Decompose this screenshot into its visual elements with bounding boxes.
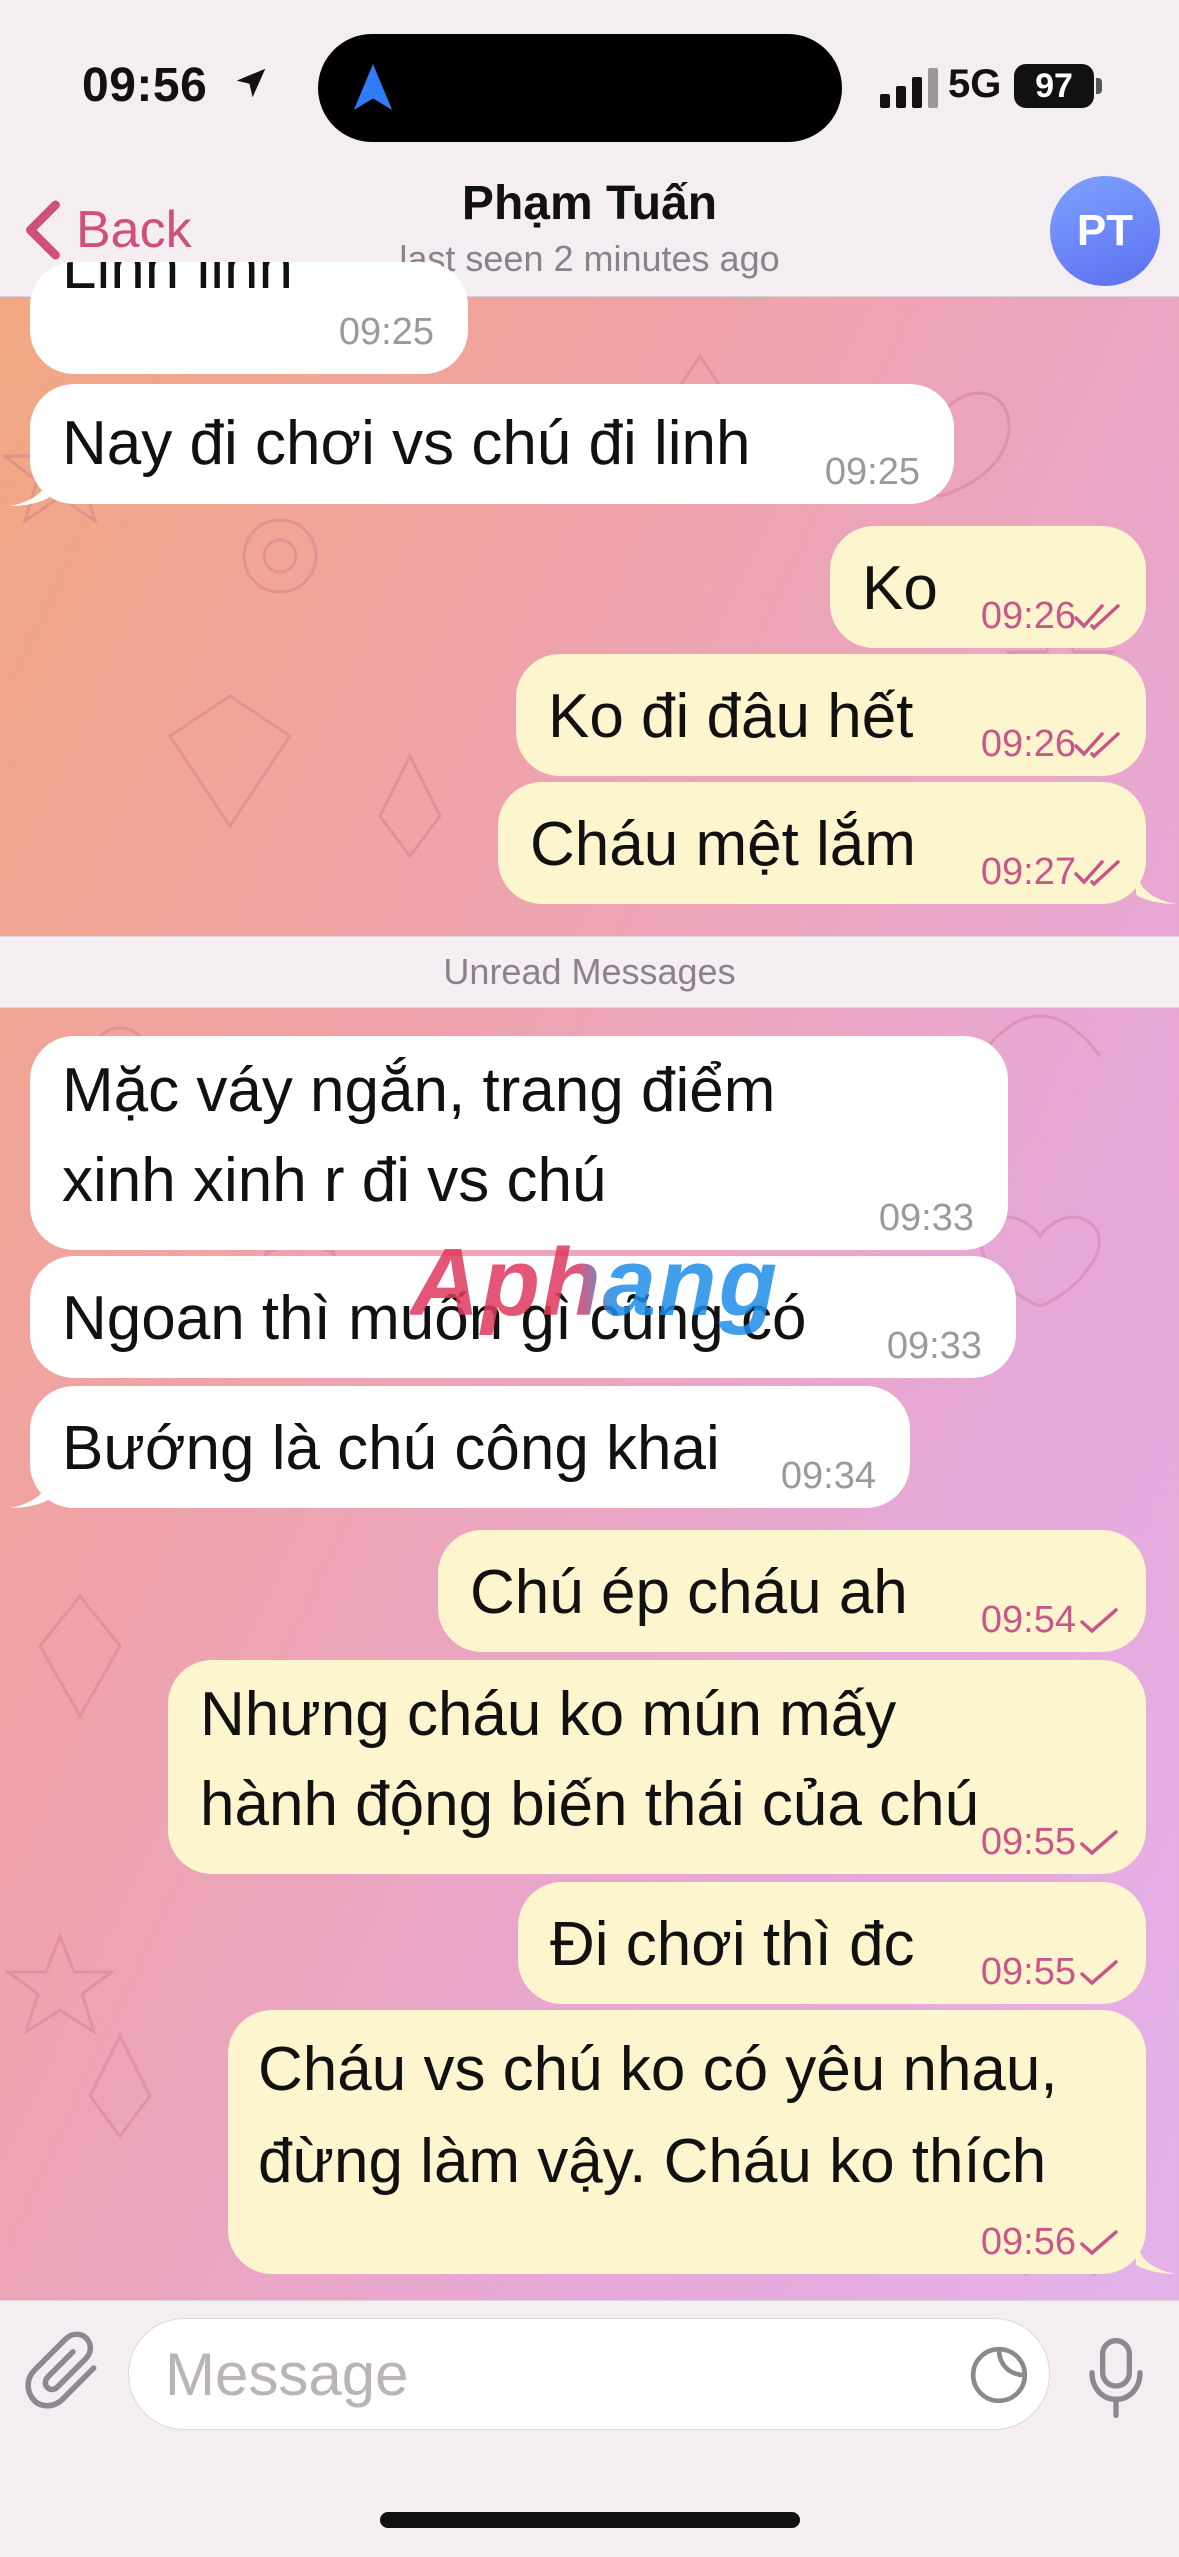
single-check-icon xyxy=(1080,1960,1118,1986)
double-check-icon xyxy=(1074,860,1120,887)
message-text: Nay đi chơi vs chú đi linh xyxy=(62,409,751,478)
message-text: Đi chơi thì đc xyxy=(550,1910,915,1979)
message-bubble-outgoing[interactable]: Ko 09:26 xyxy=(830,526,1146,648)
message-bubble-outgoing[interactable]: Cháu mệt lắm 09:27 xyxy=(498,782,1146,904)
message-time: 09:26 xyxy=(980,723,1076,765)
message-text: Cháu vs chú ko có yêu nhau, đừng làm vậy… xyxy=(258,2035,1058,2196)
battery-level: 97 xyxy=(1014,64,1094,108)
message-bubble-outgoing[interactable]: Cháu vs chú ko có yêu nhau, đừng làm vậy… xyxy=(228,2010,1146,2274)
message-time: 09:25 xyxy=(338,311,434,353)
avatar[interactable]: PT xyxy=(1050,176,1160,286)
unread-messages-divider: Unread Messages xyxy=(0,936,1179,1008)
double-check-icon xyxy=(1074,604,1120,631)
bubble-tail xyxy=(10,1468,50,1508)
watermark-logo: Aphang xyxy=(410,1229,780,1336)
message-time: 09:33 xyxy=(886,1325,982,1367)
message-input[interactable] xyxy=(128,2318,1050,2430)
double-check-icon xyxy=(1074,732,1120,759)
single-check-icon xyxy=(1080,1608,1118,1634)
battery-nub xyxy=(1096,78,1102,94)
microphone-icon[interactable] xyxy=(1084,2334,1148,2422)
message-bubble-incoming[interactable]: Linh linh 09:25 xyxy=(30,262,468,374)
single-check-icon xyxy=(1080,2230,1118,2256)
message-bubble-outgoing[interactable]: Đi chơi thì đc 09:55 xyxy=(518,1882,1146,2004)
message-bubble-incoming[interactable]: Mặc váy ngắn, trang điểm xinh xinh r đi … xyxy=(30,1036,1008,1250)
message-time: 09:34 xyxy=(780,1455,876,1497)
message-bubble-outgoing[interactable]: Nhưng cháu ko mún mấy hành động biến thá… xyxy=(168,1660,1146,1874)
message-text: Mặc váy ngắn, trang điểm xinh xinh r đi … xyxy=(62,1056,776,1215)
message-time: 09:55 xyxy=(980,1951,1076,1993)
bubble-tail xyxy=(1136,864,1176,904)
message-time: 09:54 xyxy=(980,1599,1076,1641)
home-indicator[interactable] xyxy=(380,2512,800,2528)
message-time: 09:55 xyxy=(980,1821,1076,1863)
bubble-tail xyxy=(10,466,50,506)
navigation-arrow-icon xyxy=(353,64,393,110)
message-text: Chú ép cháu ah xyxy=(470,1558,908,1627)
message-bubble-incoming[interactable]: Nay đi chơi vs chú đi linh 09:25 xyxy=(30,384,954,504)
message-text: Nhưng cháu ko mún mấy hành động biến thá… xyxy=(200,1680,980,1839)
message-text: Bướng là chú công khai xyxy=(62,1414,720,1483)
contact-name[interactable]: Phạm Tuấn xyxy=(0,176,1179,231)
sticker-icon[interactable] xyxy=(968,2344,1030,2406)
paperclip-icon[interactable] xyxy=(24,2330,108,2420)
dynamic-island xyxy=(318,34,842,142)
network-type: 5G xyxy=(948,62,1002,106)
message-bubble-outgoing[interactable]: Ko đi đâu hết 09:26 xyxy=(516,654,1146,776)
signal-icon xyxy=(880,68,938,108)
message-time: 09:25 xyxy=(824,451,920,493)
message-text: Cháu mệt lắm xyxy=(530,810,916,879)
status-time: 09:56 xyxy=(82,59,208,112)
message-text: Ko đi đâu hết xyxy=(548,682,914,751)
message-text: Ko xyxy=(862,554,938,623)
message-bubble-outgoing[interactable]: Chú ép cháu ah 09:54 xyxy=(438,1530,1146,1652)
message-time: 09:33 xyxy=(878,1197,974,1239)
single-check-icon xyxy=(1080,1830,1118,1856)
bubble-tail xyxy=(1136,2234,1176,2274)
message-text: Linh linh xyxy=(62,262,293,302)
message-time: 09:27 xyxy=(980,851,1076,893)
message-bubble-incoming[interactable]: Bướng là chú công khai 09:34 xyxy=(30,1386,910,1508)
location-arrow-icon xyxy=(236,68,266,98)
message-time: 09:56 xyxy=(980,2221,1076,2263)
message-time: 09:26 xyxy=(980,595,1076,637)
